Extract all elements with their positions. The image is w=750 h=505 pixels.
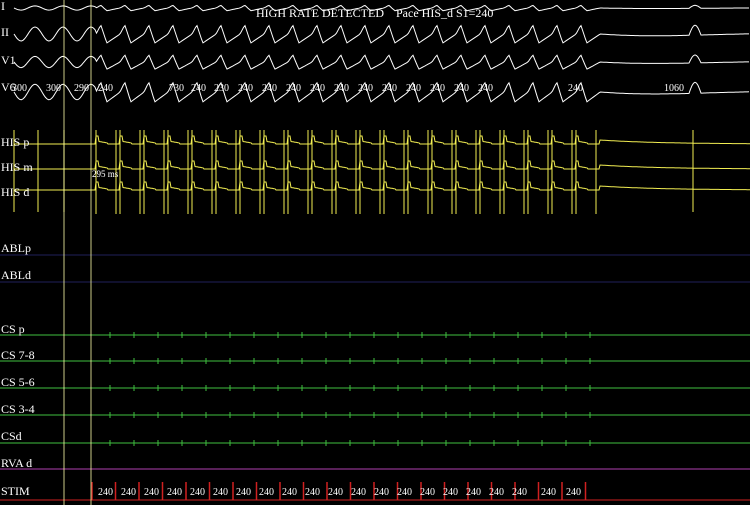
v6-interval: 240 xyxy=(238,83,253,94)
channel-label-rva-d[interactable]: RVA d xyxy=(1,457,32,469)
stim-interval: 240 xyxy=(466,487,481,498)
v6-interval: 240 xyxy=(286,83,301,94)
stim-interval: 240 xyxy=(282,487,297,498)
v6-interval: 230 xyxy=(214,83,229,94)
cs-7-8-trace xyxy=(0,358,750,364)
stim-interval: 240 xyxy=(190,487,205,498)
stim-interval: 240 xyxy=(420,487,435,498)
his-trace-p xyxy=(14,135,750,145)
v6-interval: 240 xyxy=(334,83,349,94)
v6-interval: 300 xyxy=(46,83,61,94)
v6-interval: 1060 xyxy=(664,83,684,94)
v6-interval: 240 xyxy=(382,83,397,94)
stim-interval: 240 xyxy=(259,487,274,498)
channel-label-abl-p[interactable]: ABLp xyxy=(1,242,31,254)
his-trace-d xyxy=(14,181,750,191)
v6-interval: 240 xyxy=(358,83,373,94)
ecg-trace-ii xyxy=(13,24,749,44)
channel-label-cs-3-4[interactable]: CS 3-4 xyxy=(1,403,35,415)
v6-interval: 730 xyxy=(169,83,184,94)
stim-interval: 240 xyxy=(566,487,581,498)
channel-label-his-p[interactable]: HIS p xyxy=(1,136,29,148)
high-rate-alert: HIGH RATE DETECTED xyxy=(256,6,384,20)
channel-label-his-d[interactable]: HIS d xyxy=(1,186,29,198)
stim-interval: 240 xyxy=(328,487,343,498)
channel-label-stim[interactable]: STIM xyxy=(1,485,30,497)
channel-label-i[interactable]: I xyxy=(1,0,5,12)
stim-interval: 240 xyxy=(374,487,389,498)
ep-recording-screen: HIGH RATE DETECTED Pace HIS_d S1=240 I I… xyxy=(0,0,750,505)
cs-d-trace xyxy=(0,440,750,446)
stim-interval: 240 xyxy=(98,487,113,498)
stim-interval: 240 xyxy=(541,487,556,498)
pacing-status: Pace HIS_d S1=240 xyxy=(396,6,494,20)
trace-canvas xyxy=(0,0,750,505)
v6-interval: 240 xyxy=(262,83,277,94)
cs-3-4-trace xyxy=(0,412,750,418)
stim-interval: 240 xyxy=(512,487,527,498)
channel-label-abl-d[interactable]: ABLd xyxy=(1,269,31,281)
caliper-measurement: 295 ms xyxy=(92,169,119,179)
channel-label-his-m[interactable]: HIS m xyxy=(1,161,33,173)
stim-interval: 240 xyxy=(236,487,251,498)
stim-interval: 240 xyxy=(144,487,159,498)
v6-interval: 290 xyxy=(74,83,89,94)
stim-interval: 240 xyxy=(489,487,504,498)
v6-interval: 240 xyxy=(98,83,113,94)
v6-interval: 300 xyxy=(12,83,27,94)
ecg-trace-v1 xyxy=(13,54,749,70)
channel-label-cs-7-8[interactable]: CS 7-8 xyxy=(1,349,35,361)
cs-5-6-trace xyxy=(0,385,750,391)
channel-label-cs-5-6[interactable]: CS 5-6 xyxy=(1,376,35,388)
channel-label-v1[interactable]: V1 xyxy=(1,54,16,66)
stim-interval: 240 xyxy=(121,487,136,498)
his-trace-m xyxy=(14,160,750,170)
v6-interval: 240 xyxy=(406,83,421,94)
stim-interval: 240 xyxy=(167,487,182,498)
channel-label-cs-p[interactable]: CS p xyxy=(1,323,25,335)
v6-interval: 240 xyxy=(191,83,206,94)
v6-interval: 240 xyxy=(454,83,469,94)
cs-p-trace xyxy=(0,332,750,338)
stim-interval: 240 xyxy=(397,487,412,498)
v6-interval: 240 xyxy=(568,83,583,94)
stim-interval: 240 xyxy=(443,487,458,498)
stim-interval: 240 xyxy=(351,487,366,498)
channel-label-cs-d[interactable]: CSd xyxy=(1,430,22,442)
v6-interval: 240 xyxy=(430,83,445,94)
v6-interval: 240 xyxy=(310,83,325,94)
stim-interval: 240 xyxy=(305,487,320,498)
v6-interval: 240 xyxy=(478,83,493,94)
stim-interval: 240 xyxy=(213,487,228,498)
channel-label-ii[interactable]: II xyxy=(1,26,9,38)
